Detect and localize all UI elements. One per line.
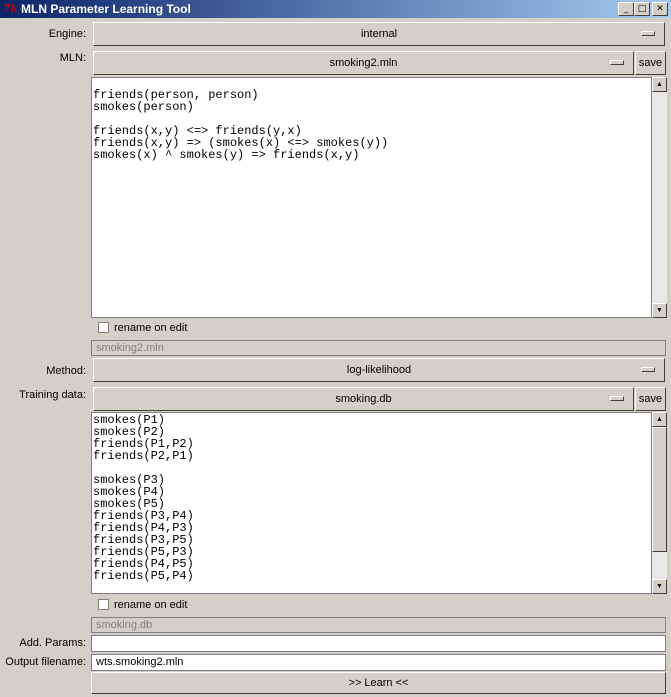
training-save-button[interactable]: save bbox=[635, 387, 666, 411]
training-file-value: smoking.db bbox=[335, 393, 392, 405]
window-title: MLN Parameter Learning Tool bbox=[21, 2, 191, 16]
mln-editor[interactable]: friends(person, person) smokes(person) f… bbox=[91, 77, 652, 318]
scroll-thumb[interactable] bbox=[652, 427, 667, 552]
mln-file-select[interactable]: smoking2.mln bbox=[93, 51, 634, 75]
engine-label: Engine: bbox=[48, 28, 86, 40]
output-filename-input[interactable]: wts.smoking2.mln bbox=[91, 654, 666, 671]
training-filename-field[interactable]: smoking.db bbox=[91, 617, 666, 633]
menu-indicator-icon bbox=[641, 367, 655, 372]
training-rename-checkbox[interactable] bbox=[98, 599, 109, 610]
app-icon: 7k bbox=[3, 2, 19, 15]
training-editor-text: smokes(P1) smokes(P2) friends(P1,P2) fri… bbox=[93, 413, 194, 583]
mln-save-button[interactable]: save bbox=[635, 51, 666, 75]
mln-label: MLN: bbox=[59, 52, 86, 64]
training-file-select[interactable]: smoking.db bbox=[93, 387, 634, 411]
scroll-down-icon[interactable]: ▼ bbox=[652, 579, 667, 594]
menu-indicator-icon bbox=[610, 60, 624, 65]
menu-indicator-icon bbox=[610, 396, 624, 401]
mln-rename-label: rename on edit bbox=[114, 322, 188, 334]
training-label: Training data: bbox=[19, 389, 86, 401]
learn-button[interactable]: >> Learn << bbox=[91, 672, 666, 694]
training-rename-label: rename on edit bbox=[114, 599, 188, 611]
output-label: Output filename: bbox=[5, 656, 86, 668]
scroll-up-icon[interactable]: ▲ bbox=[652, 77, 667, 92]
scroll-down-icon[interactable]: ▼ bbox=[652, 303, 667, 318]
method-label: Method: bbox=[46, 365, 86, 377]
minimize-button[interactable]: _ bbox=[618, 2, 634, 16]
training-scrollbar[interactable]: ▲ ▼ bbox=[652, 412, 667, 594]
method-value: log-likelihood bbox=[346, 364, 412, 376]
params-input[interactable] bbox=[91, 635, 666, 652]
mln-scrollbar[interactable]: ▲ ▼ bbox=[652, 77, 667, 318]
method-select[interactable]: log-likelihood bbox=[93, 358, 665, 382]
mln-file-value: smoking2.mln bbox=[329, 57, 398, 69]
title-bar: 7k MLN Parameter Learning Tool _ □ ✕ bbox=[0, 0, 671, 18]
mln-editor-text: friends(person, person) smokes(person) f… bbox=[93, 88, 389, 162]
engine-value: internal bbox=[360, 28, 398, 40]
maximize-button[interactable]: □ bbox=[634, 2, 650, 16]
mln-rename-checkbox[interactable] bbox=[98, 322, 109, 333]
training-editor[interactable]: smokes(P1) smokes(P2) friends(P1,P2) fri… bbox=[91, 412, 652, 594]
close-button[interactable]: ✕ bbox=[652, 2, 668, 16]
menu-indicator-icon bbox=[641, 31, 655, 36]
engine-select[interactable]: internal bbox=[93, 22, 665, 46]
mln-filename-field[interactable]: smoking2.mln bbox=[91, 340, 666, 356]
params-label: Add. Params: bbox=[19, 637, 86, 649]
scroll-up-icon[interactable]: ▲ bbox=[652, 412, 667, 427]
